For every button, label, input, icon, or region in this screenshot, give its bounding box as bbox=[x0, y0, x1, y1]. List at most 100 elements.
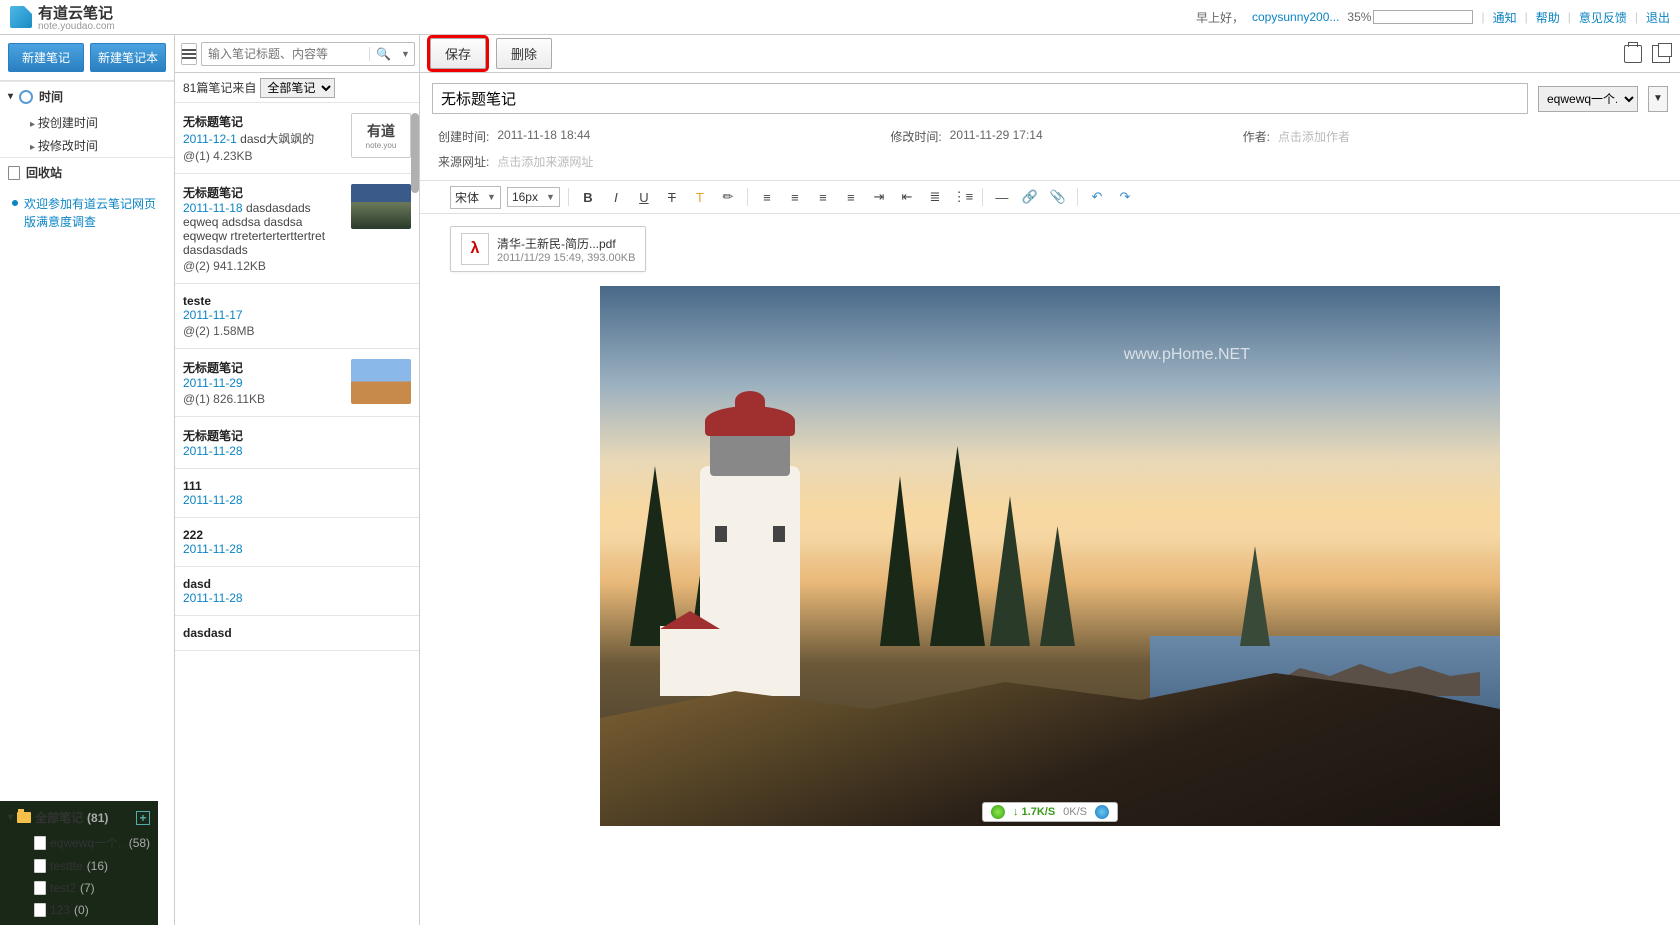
greeting: 早上好， bbox=[1196, 9, 1244, 26]
all-notes-row[interactable]: ▾ 全部笔记 (81) + bbox=[0, 805, 158, 830]
note-list-item[interactable]: dasdasd bbox=[175, 616, 419, 651]
note-item-date: 2011-11-18 bbox=[183, 201, 243, 215]
editor-content[interactable]: 清华-王新民-简历...pdf 2011/11/29 15:49, 393.00… bbox=[420, 214, 1680, 925]
notify-link[interactable]: 通知 bbox=[1493, 9, 1517, 26]
notebook-name: testtte bbox=[50, 859, 83, 873]
note-list-item[interactable]: dasd2011-11-28 bbox=[175, 567, 419, 616]
notebook-count: (0) bbox=[74, 903, 89, 917]
note-list-item[interactable]: teste2011-11-17 @(2) 1.58MB bbox=[175, 284, 419, 349]
notebook-name: test2 bbox=[50, 881, 76, 895]
editor-panel: 保存 删除 eqwewq一个... ▼ 创建时间:2011-11-18 18:4… bbox=[420, 35, 1680, 925]
survey-link[interactable]: 欢迎参加有道云笔记网页版满意度调查 bbox=[0, 187, 174, 239]
author-placeholder[interactable]: 点击添加作者 bbox=[1278, 128, 1350, 145]
font-family-select[interactable]: 宋体▼ bbox=[450, 186, 501, 209]
browser-icon bbox=[1095, 805, 1109, 819]
modified-label: 修改时间: bbox=[890, 128, 941, 145]
outdent-button[interactable]: ⇤ bbox=[896, 186, 918, 208]
print-icon[interactable] bbox=[1624, 45, 1642, 63]
notebook-row[interactable]: 123 (0) bbox=[26, 899, 158, 921]
attachment-detail: 2011/11/29 15:49, 393.00KB bbox=[497, 252, 635, 264]
redo-button[interactable]: ↷ bbox=[1114, 186, 1136, 208]
by-modified-time[interactable]: 按修改时间 bbox=[0, 134, 174, 157]
bold-button[interactable]: B bbox=[577, 186, 599, 208]
search-input[interactable] bbox=[202, 47, 369, 61]
italic-button[interactable]: I bbox=[605, 186, 627, 208]
note-list-item[interactable]: 无标题笔记2011-11-28 bbox=[175, 417, 419, 469]
notebook-select[interactable]: eqwewq一个... bbox=[1538, 86, 1638, 112]
search-box[interactable]: 🔍 ▼ bbox=[201, 42, 415, 66]
hr-button[interactable]: — bbox=[991, 186, 1013, 208]
notebook-row[interactable]: test2 (7) bbox=[26, 877, 158, 899]
storage-bar[interactable] bbox=[1373, 10, 1473, 24]
notebook-filter-select[interactable]: 全部笔记 bbox=[260, 78, 335, 98]
ordered-list-button[interactable]: ≣ bbox=[924, 186, 946, 208]
indent-button[interactable]: ⇥ bbox=[868, 186, 890, 208]
unordered-list-button[interactable]: ⋮≡ bbox=[952, 186, 974, 208]
feedback-link[interactable]: 意见反馈 bbox=[1579, 9, 1627, 26]
note-title-input[interactable] bbox=[432, 83, 1528, 114]
network-status-pill[interactable]: ↓ 1.7K/S 0K/S bbox=[982, 802, 1118, 822]
note-list-item[interactable]: 无标题笔记2011-12-1 dasd大飒飒的@(1) 4.23KB有道note… bbox=[175, 103, 419, 174]
source-placeholder[interactable]: 点击添加来源网址 bbox=[497, 153, 593, 170]
strikethrough-button[interactable]: T bbox=[661, 186, 683, 208]
note-item-title: 无标题笔记 bbox=[183, 113, 343, 130]
new-note-button[interactable]: 新建笔记 bbox=[8, 43, 84, 72]
logout-link[interactable]: 退出 bbox=[1646, 9, 1670, 26]
underline-button[interactable]: U bbox=[633, 186, 655, 208]
notebook-icon bbox=[34, 859, 46, 873]
add-notebook-icon[interactable]: + bbox=[136, 811, 150, 825]
notebook-row[interactable]: testtte (16) bbox=[26, 855, 158, 877]
attachment-chip[interactable]: 清华-王新民-简历...pdf 2011/11/29 15:49, 393.00… bbox=[450, 226, 646, 272]
time-section[interactable]: ▾ 时间 bbox=[0, 81, 174, 111]
note-list-item[interactable]: 无标题笔记2011-11-18 dasdasdads eqweq adsdsa … bbox=[175, 174, 419, 284]
survey-text[interactable]: 欢迎参加有道云笔记网页版满意度调查 bbox=[24, 195, 162, 231]
note-item-title: 无标题笔记 bbox=[183, 184, 343, 201]
list-view-toggle[interactable] bbox=[181, 43, 197, 65]
font-size-select[interactable]: 16px▼ bbox=[507, 187, 560, 207]
search-icon[interactable]: 🔍 bbox=[369, 47, 397, 61]
note-item-title: 无标题笔记 bbox=[183, 427, 411, 444]
note-item-title: dasd bbox=[183, 577, 411, 591]
search-dropdown-icon[interactable]: ▼ bbox=[397, 49, 414, 59]
recycle-bin[interactable]: 回收站 bbox=[0, 157, 174, 187]
author-label: 作者: bbox=[1243, 128, 1270, 145]
trash-icon bbox=[8, 166, 20, 180]
note-thumb bbox=[351, 359, 411, 404]
align-center-button[interactable]: ≡ bbox=[784, 186, 806, 208]
note-item-date: 2011-11-28 bbox=[183, 542, 243, 556]
popout-icon[interactable] bbox=[1652, 45, 1670, 63]
storage-percent: 35% bbox=[1347, 10, 1371, 24]
username-link[interactable]: copysunny200... bbox=[1252, 10, 1339, 24]
note-image: www.pHome.NET ↓ 1.7K/S 0K/S bbox=[600, 286, 1500, 826]
link-button[interactable]: 🔗 bbox=[1019, 186, 1041, 208]
download-speed: ↓ 1.7K/S bbox=[1013, 806, 1055, 818]
align-left-button[interactable]: ≡ bbox=[756, 186, 778, 208]
note-list-panel: 🔍 ▼ 81篇笔记来自 全部笔记 无标题笔记2011-12-1 dasd大飒飒的… bbox=[175, 35, 420, 925]
note-item-date: 2011-11-29 bbox=[183, 376, 243, 390]
time-label: 时间 bbox=[39, 88, 63, 105]
align-right-button[interactable]: ≡ bbox=[812, 186, 834, 208]
align-justify-button[interactable]: ≡ bbox=[840, 186, 862, 208]
font-color-button[interactable]: T bbox=[689, 186, 711, 208]
app-header: 有道云笔记 note.youdao.com 早上好， copysunny200.… bbox=[0, 0, 1680, 35]
attachment-button[interactable]: 📎 bbox=[1047, 186, 1069, 208]
highlight-button[interactable]: ✏ bbox=[717, 186, 739, 208]
note-list-item[interactable]: 2222011-11-28 bbox=[175, 518, 419, 567]
note-list-item[interactable]: 1112011-11-28 bbox=[175, 469, 419, 518]
scrollbar-thumb[interactable] bbox=[411, 113, 419, 193]
delete-button[interactable]: 删除 bbox=[496, 38, 552, 69]
note-item-meta: @(2) 941.12KB bbox=[183, 259, 343, 273]
by-created-time[interactable]: 按创建时间 bbox=[0, 111, 174, 134]
save-button[interactable]: 保存 bbox=[430, 38, 486, 69]
created-value: 2011-11-18 18:44 bbox=[497, 128, 590, 145]
clock-icon bbox=[19, 90, 33, 104]
notebook-dropdown-button[interactable]: ▼ bbox=[1648, 86, 1668, 112]
notebook-row[interactable]: eqwewq一个.. (58) bbox=[26, 830, 158, 855]
undo-button[interactable]: ↶ bbox=[1086, 186, 1108, 208]
note-list-item[interactable]: 无标题笔记2011-11-29 @(1) 826.11KB bbox=[175, 349, 419, 417]
new-notebook-button[interactable]: 新建笔记本 bbox=[90, 43, 166, 72]
notebook-count: (7) bbox=[80, 881, 95, 895]
help-link[interactable]: 帮助 bbox=[1536, 9, 1560, 26]
recycle-label: 回收站 bbox=[26, 164, 62, 181]
note-thumb: 有道note.you bbox=[351, 113, 411, 158]
